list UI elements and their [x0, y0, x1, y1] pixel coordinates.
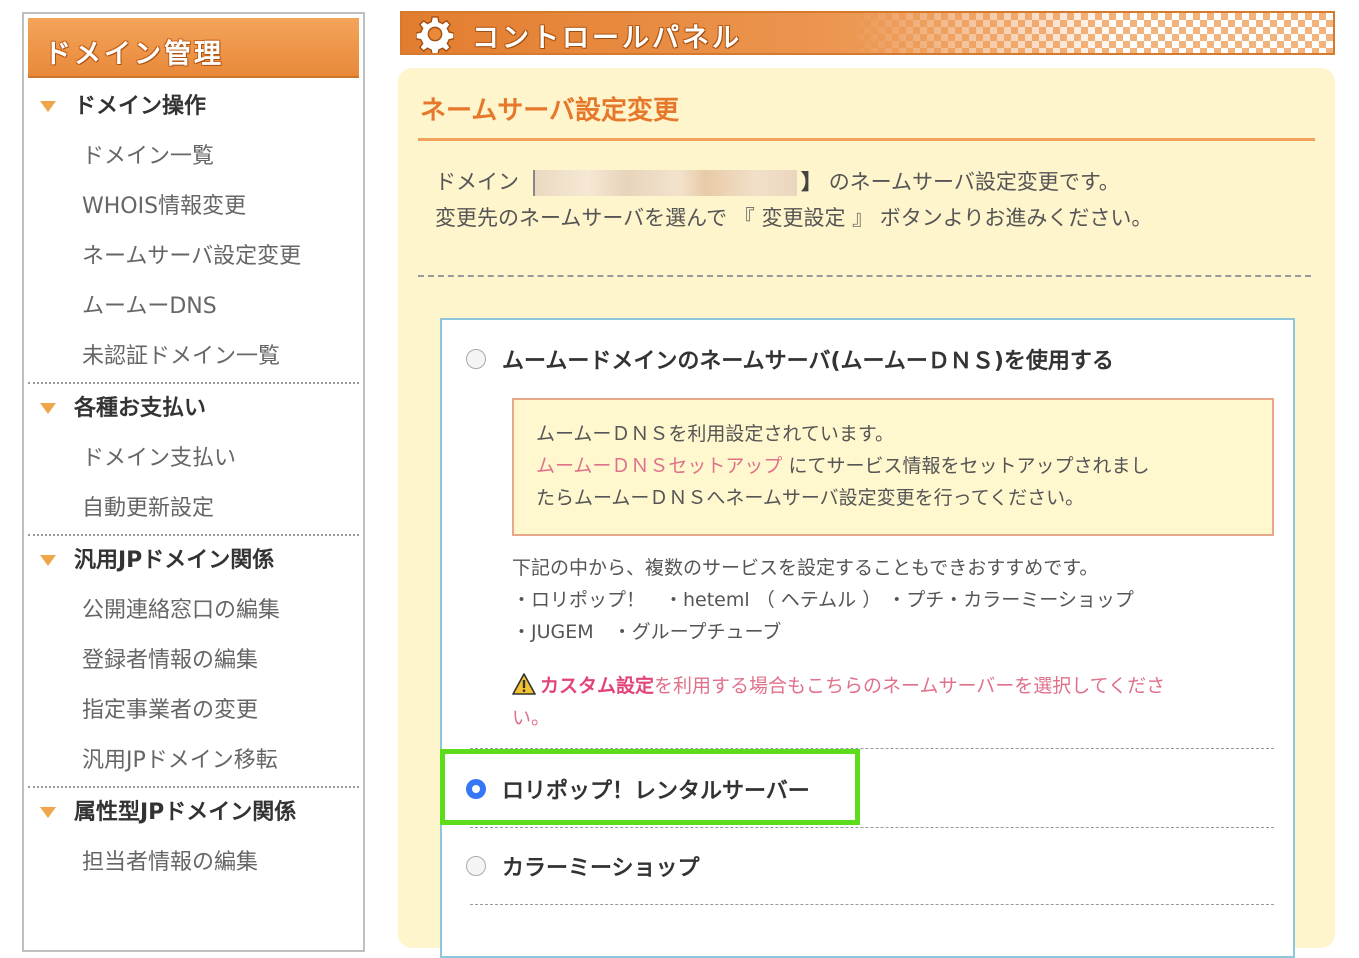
dashed-divider [470, 827, 1274, 828]
sidebar: ドメイン管理 ドメイン操作 ドメイン一覧 WHOIS情報変更 ネームサーバ設定変… [22, 12, 365, 952]
intro-suffix: のネームサーバ設定変更です。 [828, 170, 1120, 194]
sidebar-item-public-contact[interactable]: 公開連絡窓口の編集 [24, 586, 363, 636]
notice-line-1: ムームーＤＮＳを利用設定されています。 [536, 423, 894, 445]
control-panel-banner: コントロールパネル [400, 11, 1335, 55]
triangle-down-icon [40, 403, 56, 414]
intro-text: ドメイン 】 のネームサーバ設定変更です。 変更先のネームサーバを選んで 『 変更… [435, 164, 1152, 236]
warning-icon [512, 673, 536, 695]
sidebar-section-label: 汎用JPドメイン関係 [74, 548, 275, 573]
option-label: ムームードメインのネームサーバ(ムームーＤＮＳ)を使用する [502, 349, 1114, 374]
intro-line-2: 変更先のネームサーバを選んで 『 変更設定 』 ボタンよりお進みください。 [435, 206, 1153, 230]
sidebar-item-unverified[interactable]: 未認証ドメイン一覧 [24, 332, 363, 382]
sidebar-section-payments: 各種お支払い ドメイン支払い 自動更新設定 [24, 384, 363, 534]
sidebar-item-auto-renew[interactable]: 自動更新設定 [24, 484, 363, 534]
sidebar-section-title[interactable]: 属性型JPドメイン関係 [24, 788, 363, 838]
services-line-1: ・ロリポップ！ ・heteml （ ヘテムル ） ・プチ・カラーミーショップ [512, 589, 1134, 611]
option-label: カラーミーショップ [502, 856, 700, 881]
notice-line-3: たらムームーＤＮＳへネームサーバ設定変更を行ってください。 [536, 487, 1085, 509]
dashed-divider [470, 904, 1274, 905]
sidebar-item-domain-list[interactable]: ドメイン一覧 [24, 132, 363, 182]
sidebar-section-attribute-jp: 属性型JPドメイン関係 担当者情報の編集 [24, 788, 363, 888]
radio-button[interactable] [466, 856, 486, 876]
triangle-down-icon [40, 101, 56, 112]
services-text: 下記の中から、複数のサービスを設定することもできおすすめです。 ・ロリポップ！ … [512, 552, 1134, 648]
page-title: ネームサーバ設定変更 [420, 96, 679, 126]
gear-icon [416, 16, 454, 53]
triangle-down-icon [40, 807, 56, 818]
sidebar-section-general-jp: 汎用JPドメイン関係 公開連絡窓口の編集 登録者情報の編集 指定事業者の変更 汎… [24, 536, 363, 786]
services-line-2: ・JUGEM ・グループチューブ [512, 621, 782, 643]
intro-prefix: ドメイン [435, 170, 519, 194]
sidebar-item-muumuu-dns[interactable]: ムームーDNS [24, 282, 363, 332]
dashed-divider [418, 275, 1311, 277]
sidebar-header: ドメイン管理 [28, 18, 359, 78]
title-underline [418, 138, 1315, 141]
sidebar-item-domain-payment[interactable]: ドメイン支払い [24, 434, 363, 484]
sidebar-section-domain-ops: ドメイン操作 ドメイン一覧 WHOIS情報変更 ネームサーバ設定変更 ムームーD… [24, 82, 363, 382]
warning-text: を利用する場合もこちらのネームサーバーを選択してくださ [654, 675, 1166, 697]
muumuu-dns-setup-link[interactable]: ムームーＤＮＳセットアップ [536, 455, 782, 477]
radio-button[interactable] [466, 349, 486, 369]
sidebar-item-contact-edit[interactable]: 担当者情報の編集 [24, 838, 363, 888]
services-intro: 下記の中から、複数のサービスを設定することもできおすすめです。 [512, 557, 1099, 579]
sidebar-section-title[interactable]: 汎用JPドメイン関係 [24, 536, 363, 586]
triangle-down-icon [40, 555, 56, 566]
selection-highlight [440, 749, 860, 825]
blurred-domain-name [533, 170, 797, 196]
sidebar-item-whois[interactable]: WHOIS情報変更 [24, 182, 363, 232]
intro-bracket: 】 [801, 170, 822, 194]
custom-settings-warning: カスタム設定を利用する場合もこちらのネームサーバーを選択してください。 [512, 670, 1272, 734]
sidebar-section-label: ドメイン操作 [74, 94, 207, 119]
option-colorme[interactable]: カラーミーショップ [466, 848, 700, 884]
intro-line-1: ドメイン 】 のネームサーバ設定変更です。 [435, 164, 1152, 200]
notice-box: ムームーＤＮＳを利用設定されています。 ムームーＤＮＳセットアップ にてサービス… [512, 398, 1274, 536]
option-muumuu-dns[interactable]: ムームードメインのネームサーバ(ムームーＤＮＳ)を使用する [466, 341, 1114, 377]
notice-line-2-rest: にてサービス情報をセットアップされまし [782, 455, 1150, 477]
sidebar-item-registrant[interactable]: 登録者情報の編集 [24, 636, 363, 686]
sidebar-section-label: 各種お支払い [74, 396, 207, 421]
sidebar-item-designated-agent[interactable]: 指定事業者の変更 [24, 686, 363, 736]
notice-line-2: ムームーＤＮＳセットアップ にてサービス情報をセットアップされまし [536, 450, 1272, 482]
nameserver-options: ムームードメインのネームサーバ(ムームーＤＮＳ)を使用する ムームーＤＮＳを利用… [440, 318, 1295, 958]
warning-text-2: い。 [512, 707, 551, 729]
sidebar-item-nameserver[interactable]: ネームサーバ設定変更 [24, 232, 363, 282]
sidebar-item-jp-transfer[interactable]: 汎用JPドメイン移転 [24, 736, 363, 786]
sidebar-section-title[interactable]: ドメイン操作 [24, 82, 363, 132]
sidebar-section-label: 属性型JPドメイン関係 [74, 800, 297, 825]
custom-settings-link[interactable]: カスタム設定 [540, 675, 654, 697]
sidebar-section-title[interactable]: 各種お支払い [24, 384, 363, 434]
banner-title: コントロールパネル [472, 23, 742, 54]
